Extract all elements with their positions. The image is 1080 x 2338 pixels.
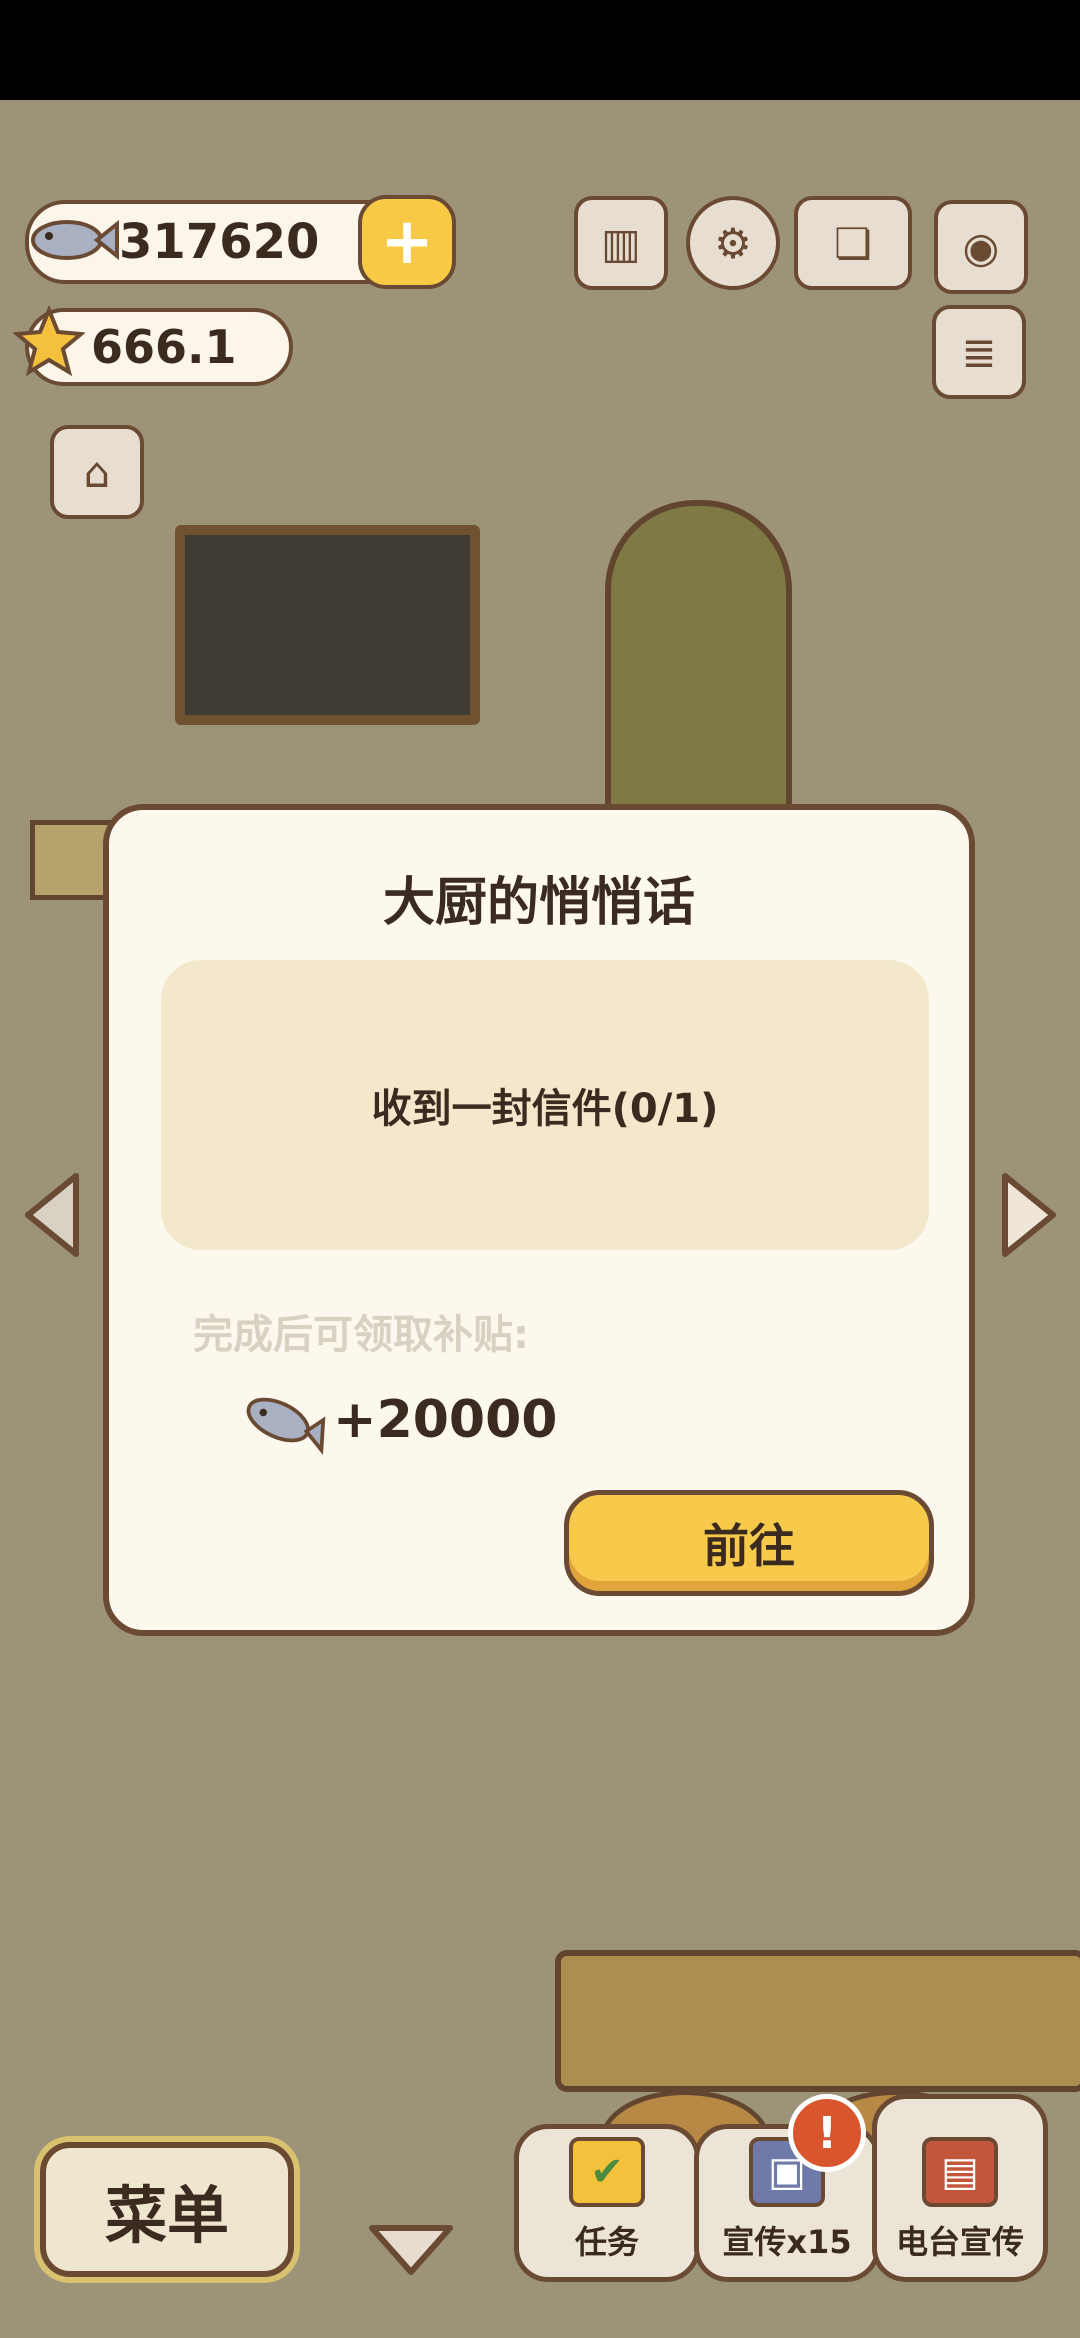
checklist-icon: ✔ — [569, 2137, 645, 2207]
go-button[interactable]: 前往 — [564, 1490, 934, 1596]
star-currency-pill: 666.1 — [13, 306, 293, 386]
promote-label: 宣传x15 — [722, 2223, 852, 2261]
ranking-icon[interactable]: ▥ — [574, 196, 668, 290]
reward-amount: +20000 — [333, 1390, 558, 1450]
star-icon — [13, 306, 85, 377]
next-arrow-icon[interactable] — [995, 1170, 1059, 1260]
fish-icon — [246, 1397, 326, 1455]
radio-label: 电台宣传 — [895, 2223, 1024, 2261]
chef-whisper-dialog: 大厨的悄悄话 收到一封信件(0/1) 完成后可领取补贴: +20000 前往 — [103, 804, 975, 1636]
prev-arrow-icon[interactable] — [22, 1170, 86, 1260]
reward-label: 完成后可领取补贴: — [193, 1312, 529, 1358]
radio-icon: ▤ — [922, 2137, 998, 2207]
reward-row: +20000 — [237, 1380, 557, 1460]
recipe-book-icon[interactable]: ❏ — [794, 196, 912, 290]
alert-badge-icon: ! — [788, 2094, 866, 2172]
camera-icon[interactable]: ◉ — [934, 200, 1028, 294]
dialog-title: 大厨的悄悄话 — [382, 873, 695, 933]
star-amount: 666.1 — [91, 320, 237, 374]
add-fish-button[interactable]: + — [358, 195, 456, 289]
radio-promote-button[interactable]: ▤ 电台宣传 — [872, 2094, 1048, 2282]
fish-amount: 317620 — [119, 214, 320, 270]
menu-button[interactable]: 菜单 — [40, 2142, 294, 2277]
fish-icon — [31, 219, 119, 261]
gear-icon[interactable]: ⚙ — [686, 196, 780, 290]
shop-icon[interactable]: ⌂ — [50, 425, 144, 519]
task-box: 收到一封信件(0/1) — [161, 960, 929, 1250]
menu-label: 菜单 — [104, 2178, 229, 2252]
collapse-arrow-icon[interactable] — [366, 2222, 456, 2278]
tasks-label: 任务 — [574, 2223, 639, 2261]
news-icon[interactable]: ≣ — [932, 305, 1026, 399]
task-text: 收到一封信件(0/1) — [371, 1086, 719, 1132]
tasks-button[interactable]: ✔ 任务 — [514, 2124, 700, 2282]
